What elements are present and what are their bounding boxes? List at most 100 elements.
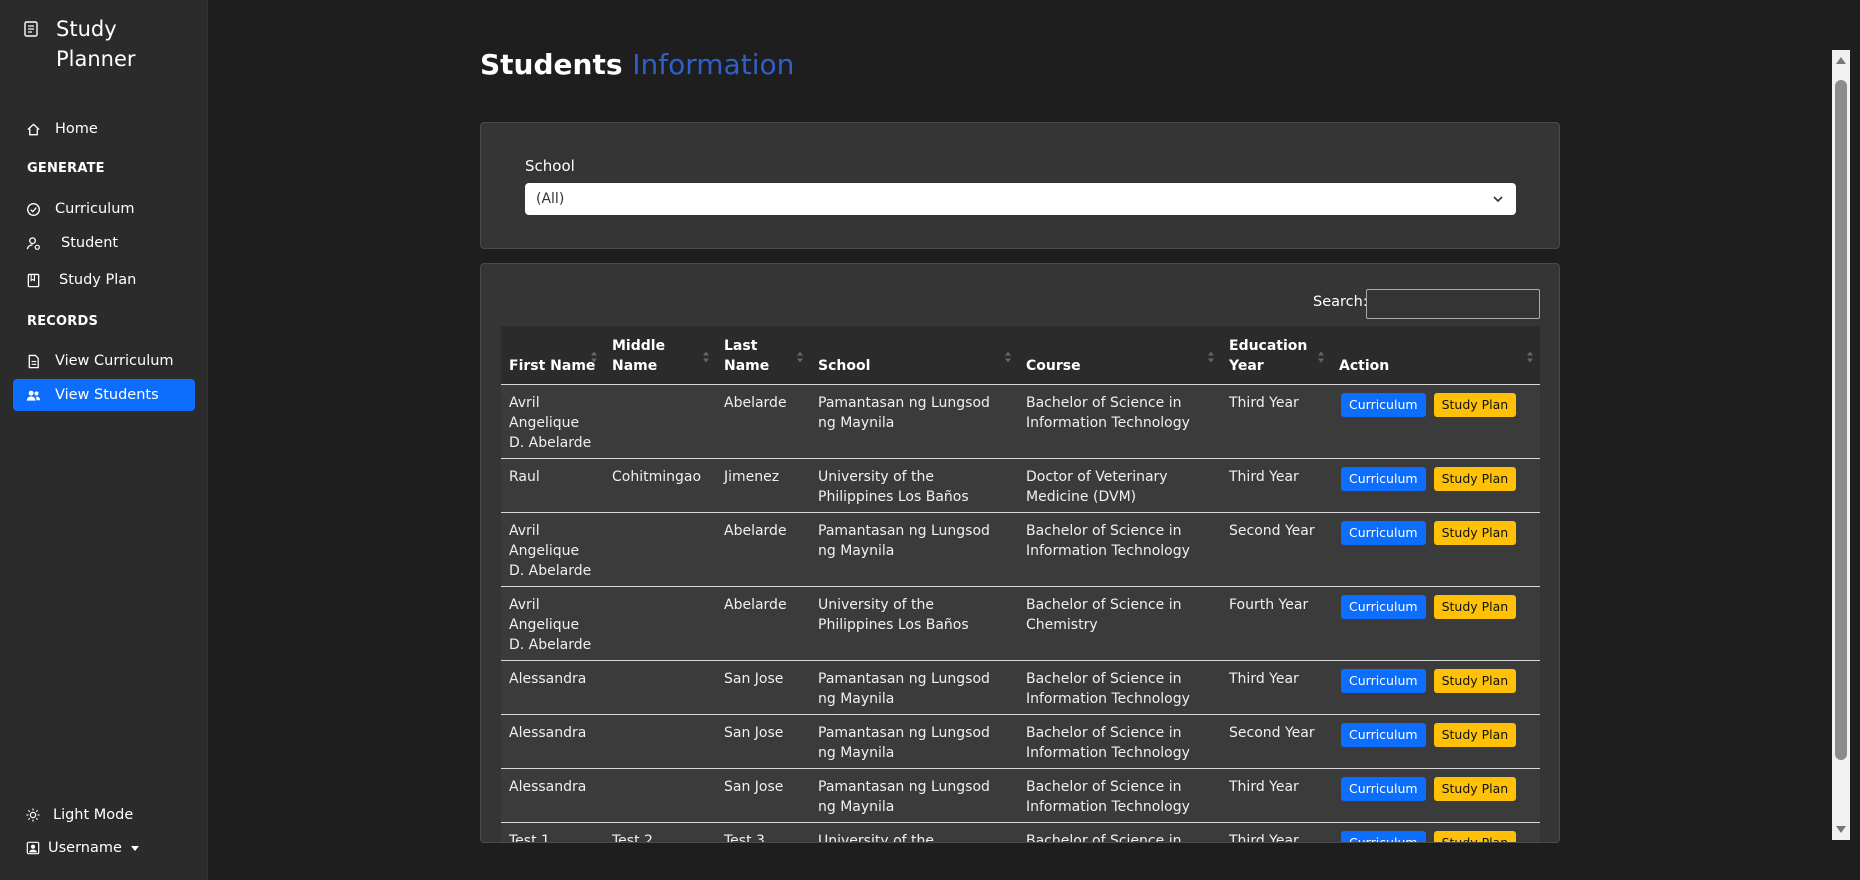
curriculum-button[interactable]: Curriculum	[1341, 830, 1426, 842]
curriculum-button[interactable]: Curriculum	[1341, 722, 1426, 747]
action-cell: Curriculum Study Plan	[1331, 457, 1540, 512]
column-header-label: Last Name	[724, 337, 770, 374]
generate-section-header: GENERATE	[27, 161, 105, 176]
table-cell: Bachelor of Science in Information Techn…	[1018, 821, 1221, 842]
column-header[interactable]: School	[810, 326, 1018, 384]
page-title-main: Students	[480, 48, 623, 81]
table-cell	[604, 713, 716, 768]
table-row: Avril Angelique D. Abelarde Abelarde Paman…	[501, 511, 1540, 586]
sidebar-item-curriculum[interactable]: Curriculum	[13, 193, 195, 225]
search-input[interactable]	[1366, 289, 1540, 319]
column-header-label: Course	[1026, 357, 1081, 374]
table-cell: Test 2	[604, 821, 716, 842]
table-cell: Third Year	[1221, 383, 1331, 458]
table-cell: Abelarde	[716, 585, 810, 660]
document-icon	[28, 354, 39, 368]
school-select[interactable]: (All)	[525, 183, 1516, 215]
table-cell: Abelarde	[716, 383, 810, 458]
users-icon	[26, 390, 41, 401]
column-header-label: First Name	[509, 357, 596, 374]
curriculum-button[interactable]: Curriculum	[1341, 392, 1426, 417]
sidebar-item-home[interactable]: Home	[13, 113, 195, 145]
column-header-label: School	[818, 357, 871, 374]
table-cell: Bachelor of Science in Information Techn…	[1018, 767, 1221, 822]
chevron-down-icon	[1493, 196, 1503, 203]
sun-icon	[26, 808, 40, 822]
table-cell: Bachelor of Science in Information Techn…	[1018, 659, 1221, 714]
sidebar-item-study-plan[interactable]: Study Plan	[13, 264, 195, 296]
user-settings-icon	[26, 236, 40, 250]
table-cell: Avril Angelique D. Abelarde	[501, 511, 604, 586]
study-plan-button[interactable]: Study Plan	[1433, 668, 1517, 693]
scroll-down-arrow-icon[interactable]	[1836, 826, 1846, 833]
column-header[interactable]: Last Name	[716, 326, 810, 384]
sidebar-item-label: Curriculum	[55, 201, 135, 217]
scroll-up-arrow-icon[interactable]	[1836, 57, 1846, 64]
table-cell: Bachelor of Science in Information Techn…	[1018, 713, 1221, 768]
check-circle-icon	[27, 202, 40, 216]
school-filter-label: School	[525, 157, 575, 175]
scrollbar[interactable]	[1832, 50, 1850, 840]
table-cell: Alessandra	[501, 659, 604, 714]
table-cell: University of the Philippines Los Baños	[810, 821, 1018, 842]
planner-icon	[24, 21, 38, 37]
sidebar-item-view-curriculum[interactable]: View Curriculum	[13, 345, 195, 377]
table-cell: Pamantasan ng Lungsod ng Maynila	[810, 383, 1018, 458]
curriculum-button[interactable]: Curriculum	[1341, 668, 1426, 693]
column-header-label: Action	[1339, 357, 1390, 374]
light-mode-toggle[interactable]: Light Mode	[26, 807, 133, 823]
table-cell: Avril Angelique D. Abelarde	[501, 585, 604, 660]
study-plan-button[interactable]: Study Plan	[1433, 830, 1517, 842]
table-cell: Bachelor of Science in Information Techn…	[1018, 383, 1221, 458]
action-cell: Curriculum Study Plan	[1331, 383, 1540, 458]
user-menu[interactable]: Username	[26, 840, 139, 856]
table-cell: Jimenez	[716, 457, 810, 512]
table-cell	[604, 767, 716, 822]
table-row: Alessandra San Jose Pamantasan ng Lungsod …	[501, 767, 1540, 822]
study-plan-button[interactable]: Study Plan	[1433, 466, 1517, 491]
table-cell: San Jose	[716, 659, 810, 714]
sidebar-item-label: View Curriculum	[55, 353, 174, 369]
table-cell: San Jose	[716, 713, 810, 768]
study-plan-button[interactable]: Study Plan	[1433, 520, 1517, 545]
sort-icon	[797, 351, 803, 362]
study-plan-button[interactable]: Study Plan	[1433, 594, 1517, 619]
table-cell	[604, 659, 716, 714]
action-cell: Curriculum Study Plan	[1331, 821, 1540, 842]
curriculum-button[interactable]: Curriculum	[1341, 776, 1426, 801]
curriculum-button[interactable]: Curriculum	[1341, 520, 1426, 545]
table-cell: Abelarde	[716, 511, 810, 586]
curriculum-button[interactable]: Curriculum	[1341, 594, 1426, 619]
study-plan-button[interactable]: Study Plan	[1433, 776, 1517, 801]
table-cell: Third Year	[1221, 767, 1331, 822]
records-section-header: RECORDS	[27, 314, 99, 329]
sort-icon	[1208, 351, 1214, 362]
action-cell: Curriculum Study Plan	[1331, 767, 1540, 822]
column-header[interactable]: Course	[1018, 326, 1221, 384]
table-row: Raul Cohitmingao Jimenez University of the …	[501, 457, 1540, 512]
column-header[interactable]: Action	[1331, 326, 1540, 384]
study-plan-button[interactable]: Study Plan	[1433, 392, 1517, 417]
sidebar-item-student[interactable]: Student	[13, 227, 195, 259]
column-header[interactable]: Education Year	[1221, 326, 1331, 384]
sidebar-item-label: Study Plan	[59, 272, 137, 288]
brand[interactable]: Study Planner	[24, 14, 176, 74]
table-cell	[604, 585, 716, 660]
study-plan-button[interactable]: Study Plan	[1433, 722, 1517, 747]
scrollbar-thumb[interactable]	[1835, 80, 1847, 760]
curriculum-button[interactable]: Curriculum	[1341, 466, 1426, 491]
sidebar-item-label: Student	[61, 235, 119, 251]
sidebar: Study Planner Home GENERATE Curriculum S…	[0, 0, 208, 880]
table-cell: Pamantasan ng Lungsod ng Maynila	[810, 659, 1018, 714]
sidebar-item-view-students[interactable]: View Students	[13, 379, 195, 411]
page-title-accent: Information	[632, 48, 795, 81]
column-header[interactable]: First Name	[501, 326, 604, 384]
table-cell: Test 3	[716, 821, 810, 842]
table-cell: Third Year	[1221, 659, 1331, 714]
page-title: Students Information	[480, 48, 794, 81]
table-cell: University of the Philippines Los Baños	[810, 457, 1018, 512]
sort-icon	[591, 351, 597, 362]
table-cell: Second Year	[1221, 511, 1331, 586]
table-cell: Pamantasan ng Lungsod ng Maynila	[810, 767, 1018, 822]
column-header[interactable]: Middle Name	[604, 326, 716, 384]
